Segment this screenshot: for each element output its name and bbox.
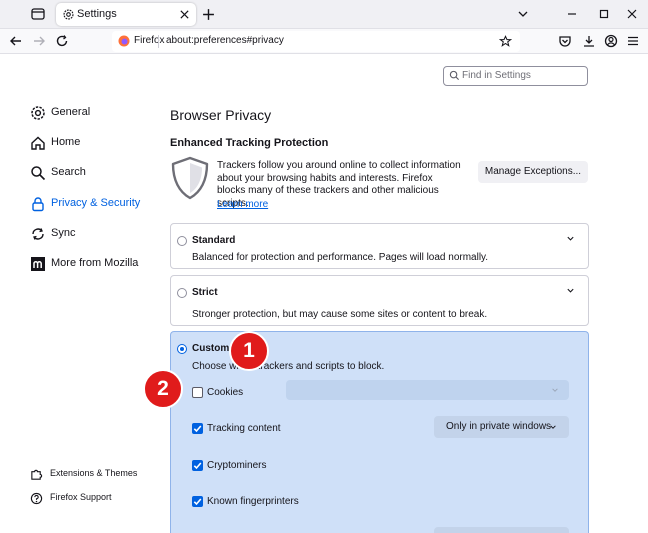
- known-fingerprinters-checkbox[interactable]: [192, 496, 203, 507]
- sidebar-footer-label: Firefox Support: [50, 492, 112, 502]
- tab-title: Settings: [77, 8, 117, 20]
- find-in-settings[interactable]: Find in Settings: [443, 66, 588, 86]
- chevron-down-icon[interactable]: [566, 234, 575, 243]
- search-icon: [31, 166, 46, 181]
- minimize-icon[interactable]: [566, 8, 578, 20]
- option-description: Balanced for protection and performance.…: [192, 252, 489, 263]
- url-separator: [158, 35, 159, 48]
- checkbox-label: Known fingerprinters: [207, 496, 299, 507]
- sidebar-extensions-themes[interactable]: Extensions & Themes: [30, 467, 160, 483]
- strict-option[interactable]: Strict Stronger protection, but may caus…: [170, 275, 589, 326]
- mozilla-icon: [31, 257, 45, 271]
- tab-bar: Settings: [0, 0, 648, 29]
- sidebar-item-label: More from Mozilla: [51, 257, 139, 269]
- sidebar-item-home[interactable]: Home: [30, 134, 160, 154]
- standard-radio[interactable]: [177, 236, 187, 246]
- select-value: Only in private windows: [446, 421, 552, 432]
- help-icon: [30, 492, 43, 505]
- manage-exceptions-button[interactable]: Manage Exceptions...: [478, 161, 588, 183]
- learn-more-link[interactable]: Learn more: [217, 199, 268, 210]
- option-description: Choose which trackers and scripts to blo…: [192, 361, 385, 372]
- new-tab-icon[interactable]: [202, 8, 215, 21]
- sync-icon: [32, 228, 44, 240]
- settings-content: Find in Settings General Home Search Pri…: [0, 55, 648, 533]
- chevron-down-icon: [550, 425, 556, 429]
- sidebar-footer-label: Extensions & Themes: [50, 468, 138, 478]
- window-close-icon[interactable]: [626, 8, 638, 20]
- chevron-down-icon[interactable]: [566, 286, 575, 295]
- url-text[interactable]: about:preferences#privacy: [166, 35, 284, 46]
- tab-settings[interactable]: Settings: [56, 3, 196, 26]
- sidebar-item-search[interactable]: Search: [30, 164, 160, 184]
- sidebar-item-more-from-mozilla[interactable]: More from Mozilla: [30, 255, 160, 275]
- option-description: Stronger protection, but may cause some …: [192, 309, 488, 320]
- reload-icon[interactable]: [55, 34, 69, 48]
- sidebar-item-privacy-security[interactable]: Privacy & Security: [30, 195, 160, 215]
- pocket-icon[interactable]: [558, 34, 572, 48]
- sidebar-item-general[interactable]: General: [30, 104, 160, 124]
- strict-radio[interactable]: [177, 288, 187, 298]
- sidebar-item-label: General: [51, 106, 91, 118]
- etp-heading: Enhanced Tracking Protection: [170, 137, 329, 149]
- tracking-content-checkbox[interactable]: [192, 423, 203, 434]
- cookies-checkbox[interactable]: [192, 387, 203, 398]
- annotation-badge-1: 1: [229, 331, 269, 371]
- page-title: Browser Privacy: [170, 107, 272, 123]
- puzzle-icon: [31, 469, 43, 480]
- gear-icon: [31, 106, 45, 120]
- cookies-select: [286, 380, 569, 400]
- account-icon[interactable]: [604, 34, 618, 48]
- url-bar[interactable]: Firefox about:preferences#privacy: [112, 31, 520, 52]
- forward-icon[interactable]: [32, 34, 46, 48]
- chevron-down-icon[interactable]: [517, 8, 529, 20]
- sidebar-item-sync[interactable]: Sync: [30, 225, 160, 245]
- close-icon[interactable]: [179, 9, 190, 20]
- sidebar-item-label: Sync: [51, 227, 76, 239]
- back-icon[interactable]: [9, 34, 23, 48]
- cryptominers-checkbox[interactable]: [192, 460, 203, 471]
- search-icon: [449, 70, 460, 81]
- tab-list-icon[interactable]: [30, 6, 46, 22]
- url-brand: Firefox: [134, 35, 165, 46]
- sidebar-item-label: Privacy & Security: [51, 197, 141, 209]
- sidebar-firefox-support[interactable]: Firefox Support: [30, 491, 160, 507]
- standard-option[interactable]: Standard Balanced for protection and per…: [170, 223, 589, 269]
- checkbox-label: Tracking content: [207, 423, 281, 434]
- option-title: Standard: [192, 235, 236, 246]
- sidebar-item-label: Home: [51, 136, 81, 148]
- navigation-bar: Firefox about:preferences#privacy: [0, 29, 648, 54]
- checkbox-label: Cryptominers: [207, 460, 267, 471]
- bookmark-star-icon[interactable]: [499, 35, 512, 48]
- home-icon: [31, 136, 45, 150]
- find-placeholder: Find in Settings: [462, 70, 531, 81]
- custom-radio[interactable]: [177, 344, 187, 354]
- tracking-content-select[interactable]: Only in private windows: [434, 416, 569, 438]
- checkbox-label: Cookies: [207, 387, 244, 398]
- chevron-down-icon: [552, 388, 558, 392]
- fingerprinters-select-partial[interactable]: [434, 527, 569, 533]
- option-title: Strict: [192, 287, 218, 298]
- option-title: Custom: [192, 343, 230, 354]
- menu-icon[interactable]: [626, 34, 640, 48]
- lock-icon: [32, 197, 44, 212]
- firefox-logo-icon: [118, 35, 130, 47]
- sidebar-item-label: Search: [51, 166, 86, 178]
- downloads-icon[interactable]: [582, 34, 596, 48]
- shield-icon: [171, 156, 209, 200]
- maximize-icon[interactable]: [598, 8, 610, 20]
- annotation-badge-2: 2: [143, 369, 183, 409]
- gear-icon: [63, 9, 74, 20]
